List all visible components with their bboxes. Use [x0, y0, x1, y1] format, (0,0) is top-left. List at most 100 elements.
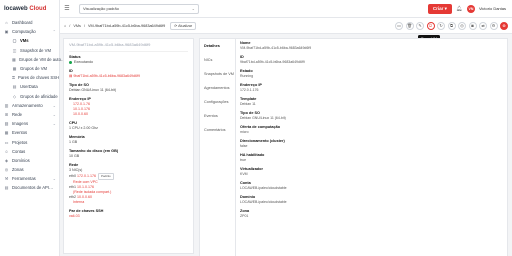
notification-bell-icon[interactable]: 🔔︎: [456, 5, 463, 12]
tab-item[interactable]: Snapshots de VM: [200, 67, 235, 81]
disk-value: 10 GB: [69, 154, 80, 158]
sidebar-item[interactable]: ⚿ Pares de chaves SSH: [0, 73, 59, 82]
ssh-value[interactable]: vali-03: [69, 214, 188, 219]
network-field: Rede 3 NIC(s) eth0 172.0.1.176 Padrão Re…: [69, 163, 188, 205]
migrate-icon[interactable]: ⇄: [479, 21, 487, 30]
sidebar-item-label: Contas: [12, 148, 26, 154]
tab-item[interactable]: Comentários: [200, 123, 235, 137]
breadcrumb-vm-id: VM-9baf71bd-a59b-41c5-b6ba-9683a649d6f9: [88, 23, 166, 28]
user-name[interactable]: Victorio Dantas: [479, 6, 506, 11]
tab-content: Nome VM-9baf71bd-a59b-41c5-b6ba-9683a649d…: [240, 39, 505, 256]
id-value[interactable]: ▤ 9baf71bd-a59b-41c5-b6ba-9683a649d6f9: [69, 74, 188, 79]
tab-item[interactable]: Agendamentos: [200, 81, 235, 95]
sidebar-item[interactable]: ▥ Armazenamento ⌄: [0, 101, 59, 110]
view-selector-value: Visualização padrão: [83, 6, 119, 11]
memory-field: Memória 1 GB: [69, 135, 188, 145]
cpu-label: CPU: [69, 121, 78, 125]
detail-field-value: KVM: [240, 172, 248, 176]
detail-field-label: Template: [240, 97, 257, 101]
edit-icon[interactable]: ✎: [416, 21, 424, 30]
reboot-icon[interactable]: ↻: [437, 21, 445, 30]
sidebar-item[interactable]: ◫ Snapshot de VM: [0, 46, 59, 55]
detail-field: Oferta de computação micro: [240, 125, 505, 134]
network-icon: ⊞: [4, 111, 9, 117]
detail-field-label: Tipo de SO: [240, 111, 260, 115]
tab-item[interactable]: Eventos: [200, 109, 235, 123]
sidebar-item-label: Rede: [12, 111, 23, 117]
vm-actions: ▭ 🗑︎ ✎ ⏻ ↻ ⧉ ◎ ◙ ⇄ ⚙ ⊗: [395, 21, 508, 30]
sidebar-item[interactable]: ▣ Computação ⌃: [0, 27, 59, 36]
refresh-button[interactable]: ⟳ Atualizar: [170, 21, 197, 30]
sidebar-item[interactable]: ▨ Imagens ⌄: [0, 119, 59, 128]
menu-toggle-icon[interactable]: ☰: [63, 5, 71, 13]
sidebar-item[interactable]: ▦ Eventos: [0, 128, 59, 137]
tab-item[interactable]: NICs: [200, 53, 235, 67]
chevron-icon: ⌄: [52, 102, 56, 108]
key-icon: ⚿: [12, 75, 16, 81]
sidebar-item[interactable]: ▭ Projetos: [0, 137, 59, 146]
chevron-icon: ⌄: [52, 111, 56, 117]
sidebar-item[interactable]: ⚒ Ferramentas ⌄: [0, 174, 59, 183]
detail-field-label: ID: [240, 55, 244, 59]
tab-item[interactable]: Configurações: [200, 95, 235, 109]
breadcrumb-vms[interactable]: VMs: [73, 24, 81, 28]
create-button[interactable]: Criar ▾: [427, 3, 452, 14]
console-icon[interactable]: ▭: [395, 21, 403, 30]
affinity-icon: ◇: [12, 93, 17, 99]
sidebar-item[interactable]: ▤ UserData: [0, 82, 59, 91]
sidebar-item[interactable]: ◎ Zonas: [0, 165, 59, 174]
tab-item[interactable]: Detalhes: [200, 39, 235, 53]
group-icon: ▦: [12, 56, 16, 62]
view-selector[interactable]: Visualização padrão ⌄: [79, 3, 199, 14]
sidebar-item-label: Zonas: [12, 167, 24, 173]
sidebar-item[interactable]: ▦ Grupos de VM de auto…: [0, 55, 65, 64]
sidebar-item-label: VMs: [20, 38, 29, 44]
breadcrumb-sep: /: [69, 23, 71, 28]
detail-field: Nome VM-9baf71bd-a59b-41c5-b6ba-9683a649d…: [240, 41, 505, 50]
nic-name: eth0: [69, 174, 76, 178]
home-icon[interactable]: ⌂: [64, 24, 66, 28]
sidebar-item[interactable]: ▦ Grupos de VM: [0, 64, 59, 73]
sidebar-item-label: Pares de chaves SSH: [18, 75, 60, 81]
vm-icon: ▢: [12, 38, 17, 44]
copy-icon[interactable]: ⧉: [447, 21, 456, 30]
chevron-icon: ⌄: [52, 176, 56, 182]
camera-snapshot-icon[interactable]: ◙: [468, 21, 477, 30]
sidebar-item[interactable]: ⊞ Rede ⌄: [0, 110, 59, 119]
logo[interactable]: locaweb Cloud: [0, 0, 59, 18]
card-title: VM-9baf71bd-a59b-41c5-b6ba-9683a649d6f9: [69, 42, 188, 52]
sidebar-item-label: Domínios: [12, 157, 30, 163]
sidebar-item[interactable]: ⌂ Dashboard: [0, 18, 59, 27]
ssh-field: Par de chaves SSH vali-03: [69, 209, 188, 219]
sidebar-item-label: Computação: [12, 29, 36, 35]
sidebar-item-label: Dashboard: [12, 20, 33, 26]
stop-vm-button[interactable]: ⏻: [426, 21, 435, 30]
sidebar-item[interactable]: ☺ Contas: [0, 147, 59, 156]
avatar[interactable]: VN: [466, 4, 475, 13]
delete-icon[interactable]: 🗑︎: [405, 21, 414, 30]
nic-ip[interactable]: 172.0.1.176: [77, 174, 96, 179]
sidebar: locaweb Cloud ⌂ Dashboard ▣ Computação ⌃ ▢ VMs…: [0, 0, 65, 256]
home-icon: ⌂: [5, 20, 8, 26]
destroy-vm-button[interactable]: ⊗: [500, 21, 508, 30]
detail-field: Virtualizador KVM: [240, 167, 505, 176]
sidebar-item[interactable]: ▢ VMs: [0, 36, 59, 45]
calendar-icon: ▦: [4, 130, 9, 136]
sidebar-item[interactable]: ▤ Documentos de API…: [0, 183, 59, 192]
sidebar-item[interactable]: ◈ Domínios: [0, 156, 59, 165]
ip-field: Endereço IP 172.0.1.76 10.1.0.176 10.0.0…: [69, 97, 188, 117]
nic-network[interactable]: Interna: [69, 200, 188, 205]
ip-label: Endereço IP: [69, 97, 91, 101]
storage-icon: ▥: [4, 102, 9, 108]
sidebar-item[interactable]: ◇ Grupos de afinidade: [0, 92, 59, 101]
detail-field-value: micro: [240, 130, 249, 134]
attach-iso-icon[interactable]: ◎: [458, 21, 466, 30]
status-dot-icon: [69, 61, 72, 64]
settings-icon[interactable]: ⚙: [489, 21, 498, 30]
ip-value[interactable]: 10.0.0.60: [69, 112, 188, 117]
doc-icon: ▤: [4, 185, 9, 191]
detail-field-value: Running: [240, 74, 254, 78]
memory-label: Memória: [69, 135, 85, 139]
tab-list: Detalhes NICs Snapshots de VM Agendamentos C…: [200, 39, 236, 256]
sidebar-item-label: Grupos de VM: [20, 66, 47, 72]
